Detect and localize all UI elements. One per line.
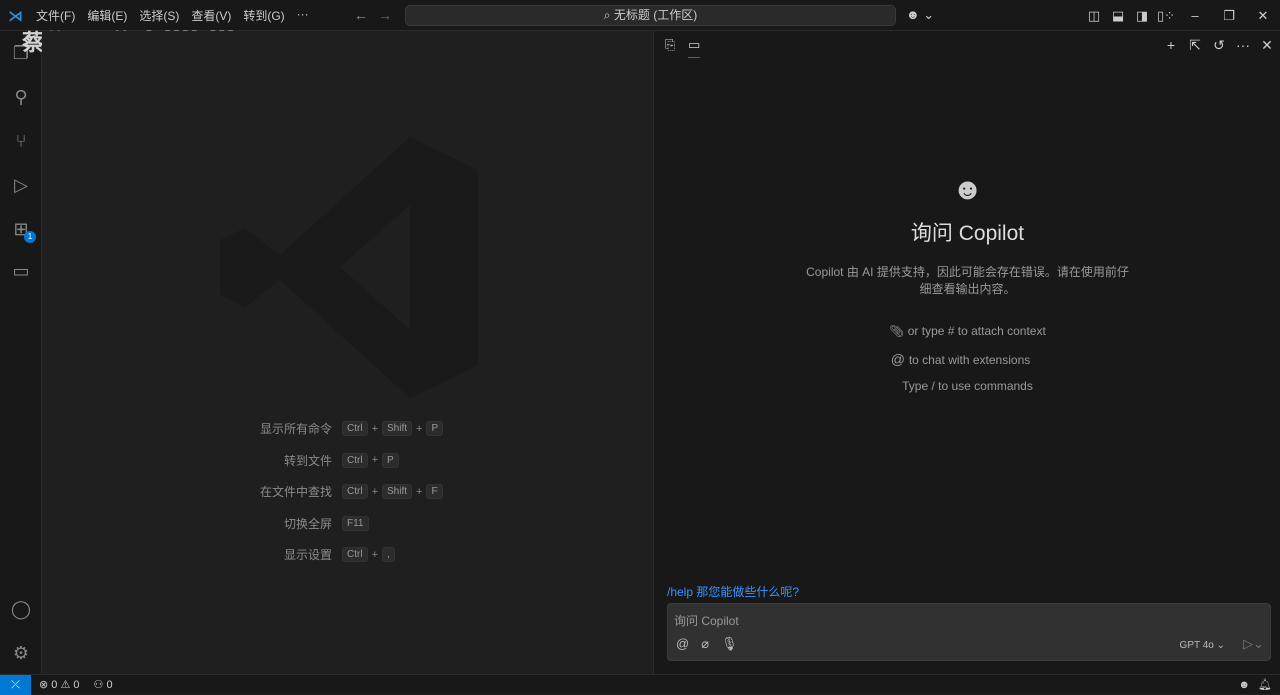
minimize-icon[interactable]: – — [1178, 8, 1212, 23]
menu-bar: 文件(F) 编辑(E) 选择(S) 查看(V) 转到(G) ··· — [30, 7, 315, 24]
key: Ctrl — [342, 547, 368, 563]
key: Ctrl — [342, 452, 368, 468]
history-icon[interactable]: ↺ — [1210, 37, 1228, 54]
close-window-icon[interactable]: ✕ — [1246, 8, 1280, 24]
ports-indicator[interactable]: ⚇ 0 — [94, 678, 113, 691]
account-icon[interactable]: ◯ — [9, 597, 33, 621]
shortcut-list: 显示所有命令 Ctrl + Shift + P 转到文件 Ctrl + P 在文件中查找 Ctrl… — [242, 413, 444, 571]
back-arrow-icon[interactable]: ← — [354, 7, 368, 23]
copilot-status-icon[interactable]: ☻ — [1238, 679, 1250, 691]
shortcut-label: 转到文件 — [283, 453, 332, 468]
key: F — [426, 484, 443, 500]
search-icon[interactable]: ⚲ — [9, 85, 33, 109]
chat-icon[interactable]: ▭ — [9, 259, 33, 283]
shortcut-show-all-commands[interactable]: 显示所有命令 Ctrl + Shift + P — [242, 413, 444, 445]
key: Ctrl — [342, 484, 368, 500]
mention-at-icon[interactable]: @ — [676, 636, 689, 652]
key: Shift — [382, 421, 413, 437]
workspace-title: 无标题 (工作区) — [613, 8, 698, 22]
tab-chat-icon[interactable]: ▭ — [688, 37, 701, 58]
hint-commands: Type / to use commands — [902, 379, 1033, 393]
shortcut-go-to-file[interactable]: 转到文件 Ctrl + P — [242, 445, 443, 477]
at-icon: @ — [890, 351, 909, 367]
menu-selection[interactable]: 选择(S) — [133, 7, 185, 24]
menu-view[interactable]: 查看(V) — [185, 7, 237, 24]
key: , — [382, 547, 395, 563]
warning-count: 0 — [73, 679, 80, 691]
key: Ctrl — [342, 421, 368, 437]
source-control-icon[interactable]: ⑂ — [9, 129, 33, 153]
vscode-logo-icon: ⋊ — [8, 8, 23, 25]
model-picker[interactable]: GPT 4o ⌄ — [1180, 640, 1225, 651]
search-icon: ⌕ — [603, 8, 614, 22]
notifications-bell-icon[interactable]: 🔔︎ — [1258, 678, 1272, 691]
vscode-watermark-logo-icon — [220, 137, 478, 398]
help-suggestion-link[interactable]: /help 那您能做些什么呢? — [667, 583, 799, 600]
key: Shift — [382, 484, 413, 500]
shortcut-label: 切换全屏 — [283, 516, 332, 531]
restore-icon[interactable]: ❐ — [1212, 8, 1246, 24]
menu-file[interactable]: 文件(F) — [30, 7, 81, 24]
toggle-panel-icon[interactable]: ⬓ — [1106, 8, 1130, 24]
extensions-badge: 1 — [24, 231, 36, 243]
attach-icon[interactable]: ⌀ — [701, 636, 709, 652]
microphone-icon[interactable]: 🎙︎ — [721, 636, 738, 652]
shortcut-label: 显示所有命令 — [259, 422, 332, 437]
chat-panel: ⎘ ▭ + ⇱ ↺ ··· ✕ ☻ 询问 Copilot Copilot 由 A… — [653, 31, 1280, 674]
key: P — [382, 452, 399, 468]
toggle-secondary-sidebar-icon[interactable]: ◨ — [1130, 8, 1154, 24]
hint-extensions: to chat with extensions — [908, 353, 1031, 367]
status-bar: ⤫ ⊗ 0 ⚠ 0 ⚇ 0 ☻ 🔔︎ — [0, 674, 1280, 695]
more-actions-icon[interactable]: ··· — [1234, 37, 1252, 54]
extensions-icon[interactable]: ⊞ 1 — [9, 217, 36, 243]
forward-arrow-icon[interactable]: → — [378, 7, 392, 23]
ports-count: 0 — [106, 679, 113, 691]
open-in-editor-icon[interactable]: ⇱ — [1186, 37, 1204, 54]
chat-description: Copilot 由 AI 提供支持，因此可能会存在错误。请在使用前仔细查看输出内… — [806, 265, 1129, 296]
chat-input-placeholder: 询问 Copilot — [674, 614, 739, 628]
copilot-menu-icon[interactable]: ☻ ⌄ — [906, 7, 934, 23]
model-name: GPT 4o — [1179, 640, 1214, 651]
new-chat-icon[interactable]: + — [1162, 37, 1180, 54]
customize-layout-icon[interactable]: ▯⁘ — [1154, 8, 1178, 24]
settings-gear-icon[interactable]: ⚙ — [9, 641, 33, 665]
close-panel-icon[interactable]: ✕ — [1258, 37, 1276, 54]
run-debug-icon[interactable]: ▷ — [9, 173, 33, 197]
shortcut-find-in-files[interactable]: 在文件中查找 Ctrl + Shift + F — [242, 476, 443, 508]
copilot-logo-icon: ☻ — [951, 173, 984, 206]
menu-more[interactable]: ··· — [291, 7, 315, 24]
editor-area: 显示所有命令 Ctrl + Shift + P 转到文件 Ctrl + P 在文件中查找 Ctrl… — [42, 31, 653, 674]
chat-header: ⎘ ▭ + ⇱ ↺ ··· ✕ — [654, 31, 1280, 62]
chat-title: 询问 Copilot — [910, 222, 1025, 245]
shortcut-label: 在文件中查找 — [259, 485, 332, 500]
activity-bar: ❐ ⚲ ⑂ ▷ ⊞ 1 ▭ ◯ ⚙ — [0, 31, 42, 674]
toggle-primary-sidebar-icon[interactable]: ◫ — [1082, 8, 1106, 24]
shortcut-show-settings[interactable]: 显示设置 Ctrl +, — [242, 539, 443, 571]
command-center-search[interactable]: ⌕ 无标题 (工作区) — [405, 5, 896, 26]
key: F11 — [342, 515, 369, 531]
key: P — [426, 421, 444, 437]
menu-go[interactable]: 转到(G) — [237, 7, 290, 24]
send-icon[interactable]: ▷⌄ — [1243, 636, 1264, 652]
tab-edits-icon[interactable]: ⎘ — [665, 37, 675, 53]
hint-attach: or type # to attach context — [907, 324, 1046, 338]
error-count: 0 — [51, 679, 58, 691]
menu-edit[interactable]: 编辑(E) — [81, 7, 133, 24]
paperclip-icon: 📎︎ — [889, 324, 908, 338]
shortcut-toggle-fullscreen[interactable]: 切换全屏 F11 — [242, 508, 443, 540]
shortcut-label: 显示设置 — [283, 548, 332, 563]
problems-indicator[interactable]: ⊗ 0 ⚠ 0 — [39, 678, 80, 691]
remote-icon[interactable]: ⤫ — [0, 674, 31, 695]
chat-input[interactable]: 询问 Copilot @ ⌀ 🎙︎ GPT 4o ⌄ ▷⌄ — [667, 603, 1271, 661]
